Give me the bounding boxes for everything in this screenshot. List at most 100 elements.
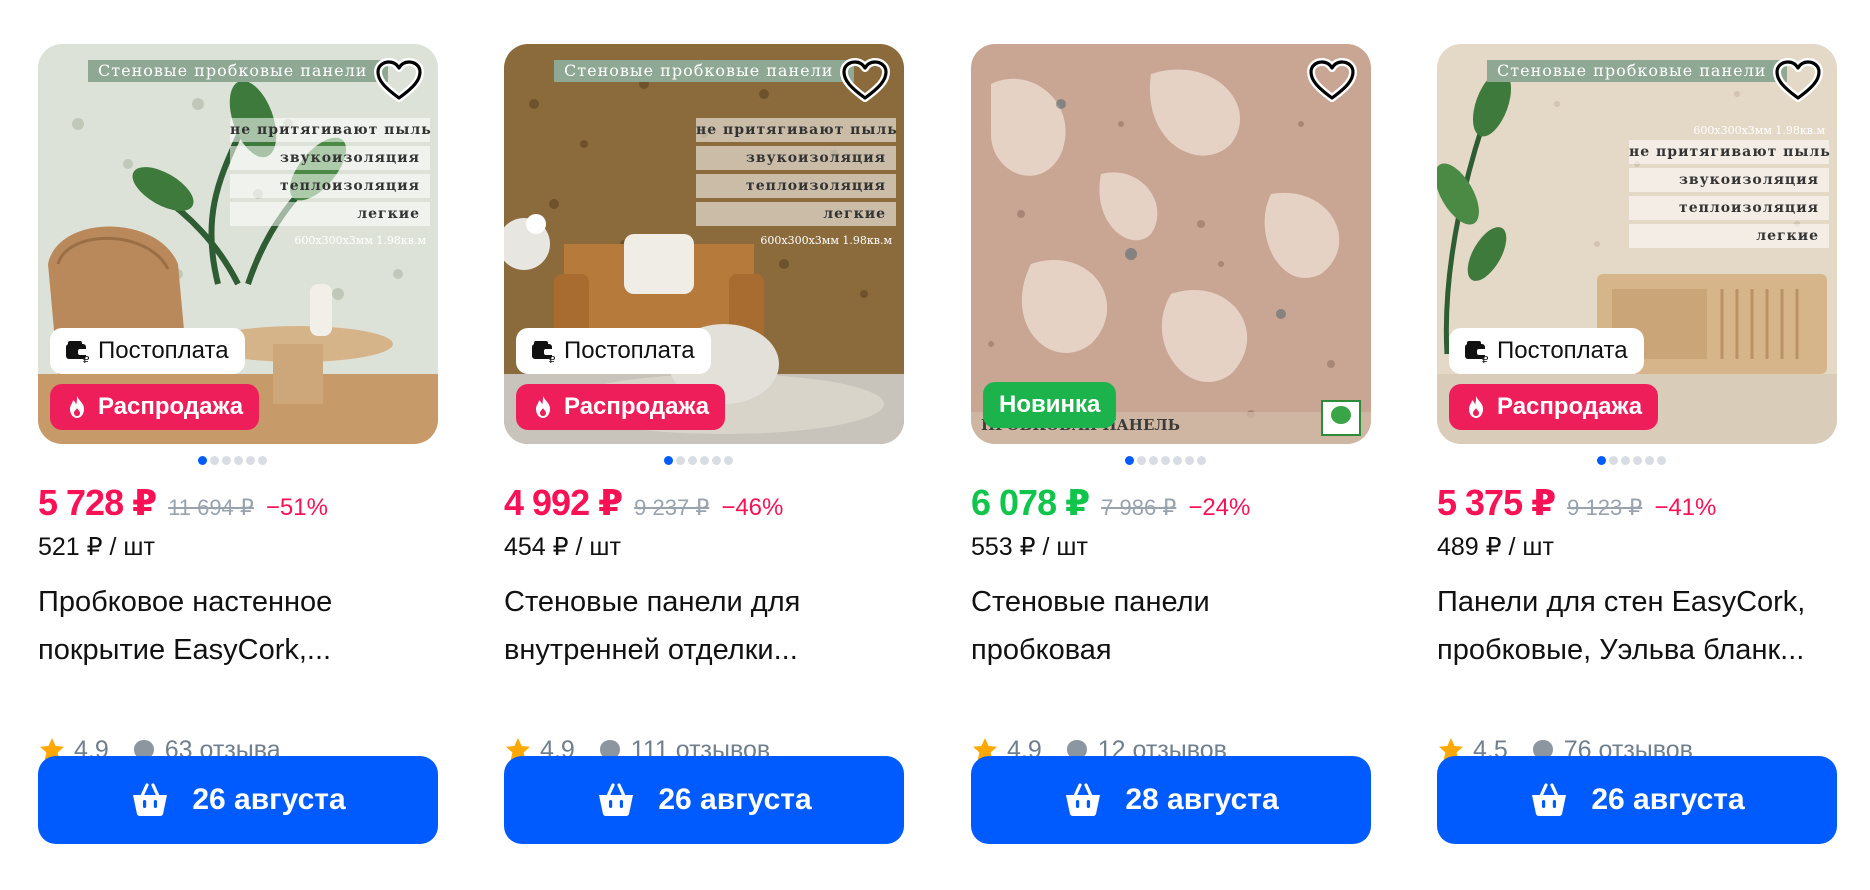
carousel-dot[interactable] [246, 456, 255, 465]
favorite-heart-icon[interactable] [840, 58, 890, 102]
fire-icon [1463, 394, 1489, 420]
image-carousel-dots[interactable] [971, 456, 1371, 466]
favorite-heart-icon[interactable] [1307, 58, 1357, 102]
carousel-dot[interactable] [1125, 456, 1134, 465]
old-price: 9 123 ₽ [1567, 495, 1643, 520]
carousel-dot[interactable] [1657, 456, 1666, 465]
price-row: 5 728 ₽ 11 694 ₽ −51% [38, 482, 438, 526]
product-title[interactable]: Панели для стен EasyCork, пробковые, Уэл… [1437, 578, 1837, 678]
delivery-date: 26 августа [192, 783, 346, 816]
image-banner: Стеновые пробковые панели [1487, 60, 1787, 82]
discount-percent: −46% [721, 494, 784, 521]
image-carousel-dots[interactable] [1437, 456, 1837, 466]
sale-label: Распродажа [98, 393, 244, 420]
product-card[interactable]: Стеновые пробковые панели 600x300x3мм 1.… [1437, 44, 1837, 864]
carousel-dot[interactable] [222, 456, 231, 465]
carousel-dot[interactable] [258, 456, 267, 465]
feature-text: звукоизоляция [230, 146, 430, 170]
delivery-date: 26 августа [1591, 783, 1745, 816]
sale-badge: Распродажа [50, 384, 260, 430]
sale-badge: Распродажа [516, 384, 726, 430]
carousel-dot[interactable] [688, 456, 697, 465]
unit-price: 521 ₽ / шт [38, 533, 155, 561]
product-card[interactable]: Стеновые пробковые панели не притягивают… [504, 44, 904, 864]
product-card[interactable]: Стеновые пробковые панели не притягивают… [38, 44, 438, 864]
carousel-dot[interactable] [712, 456, 721, 465]
sale-label: Распродажа [564, 393, 710, 420]
price-row: 6 078 ₽ 7 986 ₽ −24% [971, 482, 1371, 526]
carousel-dot[interactable] [1137, 456, 1146, 465]
feature-text: легкие [1629, 224, 1829, 248]
discount-percent: −24% [1188, 494, 1251, 521]
sale-badge: Распродажа [1449, 384, 1659, 430]
feature-text: теплоизоляция [230, 174, 430, 198]
new-badge: Новинка [983, 382, 1117, 428]
carousel-dot[interactable] [198, 456, 207, 465]
old-price: 11 694 ₽ [168, 495, 254, 520]
title-line[interactable]: пробковые, Уэльва бланк... [1437, 626, 1837, 674]
product-title[interactable]: Стеновые панели для внутренней отделки..… [504, 578, 904, 678]
product-title[interactable]: Стеновые панели пробковая [971, 578, 1371, 678]
title-line[interactable]: Стеновые панели для [504, 578, 904, 626]
feature-text: не притягивают пыль [696, 118, 897, 142]
add-to-cart-button[interactable]: 26 августа [1437, 756, 1837, 844]
basket-icon [130, 782, 170, 818]
fire-icon [530, 394, 556, 420]
product-image[interactable]: Стеновые пробковые панели не притягивают… [504, 44, 904, 444]
carousel-dot[interactable] [676, 456, 685, 465]
carousel-dot[interactable] [1197, 456, 1206, 465]
favorite-heart-icon[interactable] [1773, 58, 1823, 102]
sale-label: Распродажа [1497, 393, 1643, 420]
feature-text: не притягивают пыль [230, 118, 431, 142]
feature-text: теплоизоляция [1629, 196, 1829, 220]
title-line[interactable]: Пробковое настенное [38, 578, 438, 626]
price-row: 5 375 ₽ 9 123 ₽ −41% [1437, 482, 1837, 526]
product-title[interactable]: Пробковое настенное покрытие EasyCork,..… [38, 578, 438, 678]
postpay-label: Постоплата [564, 337, 695, 364]
image-carousel-dots[interactable] [504, 456, 904, 466]
carousel-dot[interactable] [664, 456, 673, 465]
carousel-dot[interactable] [234, 456, 243, 465]
current-price: 5 375 ₽ [1437, 482, 1556, 523]
title-line[interactable]: пробковая [971, 626, 1371, 674]
postpay-badge: Постоплата [1449, 328, 1644, 374]
image-size-text: 600x300x3мм 1.98кв.м [294, 234, 426, 247]
feature-text: легкие [696, 202, 896, 226]
product-image[interactable]: Стеновые пробковые панели не притягивают… [38, 44, 438, 444]
image-features: не притягивают пыль звукоизоляция теплои… [230, 118, 431, 230]
current-price: 6 078 ₽ [971, 482, 1090, 523]
fire-icon [64, 394, 90, 420]
title-line[interactable]: покрытие EasyCork,... [38, 626, 438, 674]
image-carousel-dots[interactable] [38, 456, 438, 466]
unit-price: 489 ₽ / шт [1437, 533, 1554, 561]
old-price: 9 237 ₽ [634, 495, 710, 520]
delivery-date: 28 августа [1125, 783, 1279, 816]
carousel-dot[interactable] [1185, 456, 1194, 465]
carousel-dot[interactable] [1597, 456, 1606, 465]
add-to-cart-button[interactable]: 26 августа [504, 756, 904, 844]
carousel-dot[interactable] [700, 456, 709, 465]
carousel-dot[interactable] [1609, 456, 1618, 465]
carousel-dot[interactable] [1645, 456, 1654, 465]
carousel-dot[interactable] [1149, 456, 1158, 465]
carousel-dot[interactable] [210, 456, 219, 465]
add-to-cart-button[interactable]: 28 августа [971, 756, 1371, 844]
image-features: не притягивают пыль звукоизоляция теплои… [1629, 140, 1830, 252]
carousel-dot[interactable] [1173, 456, 1182, 465]
product-card[interactable]: ПРОБКОВАЯ ПАНЕЛЬ Новинка 6 078 ₽ 7 986 ₽… [971, 44, 1371, 864]
product-image[interactable]: ПРОБКОВАЯ ПАНЕЛЬ Новинка [971, 44, 1371, 444]
wallet-icon [64, 338, 90, 364]
product-image[interactable]: Стеновые пробковые панели 600x300x3мм 1.… [1437, 44, 1837, 444]
carousel-dot[interactable] [1161, 456, 1170, 465]
carousel-dot[interactable] [1621, 456, 1630, 465]
title-line[interactable]: внутренней отделки... [504, 626, 904, 674]
eco-logo [1321, 400, 1361, 436]
title-line[interactable]: Стеновые панели [971, 578, 1371, 626]
postpay-label: Постоплата [1497, 337, 1628, 364]
carousel-dot[interactable] [724, 456, 733, 465]
add-to-cart-button[interactable]: 26 августа [38, 756, 438, 844]
carousel-dot[interactable] [1633, 456, 1642, 465]
title-line[interactable]: Панели для стен EasyCork, [1437, 578, 1837, 626]
favorite-heart-icon[interactable] [374, 58, 424, 102]
current-price: 4 992 ₽ [504, 482, 623, 523]
